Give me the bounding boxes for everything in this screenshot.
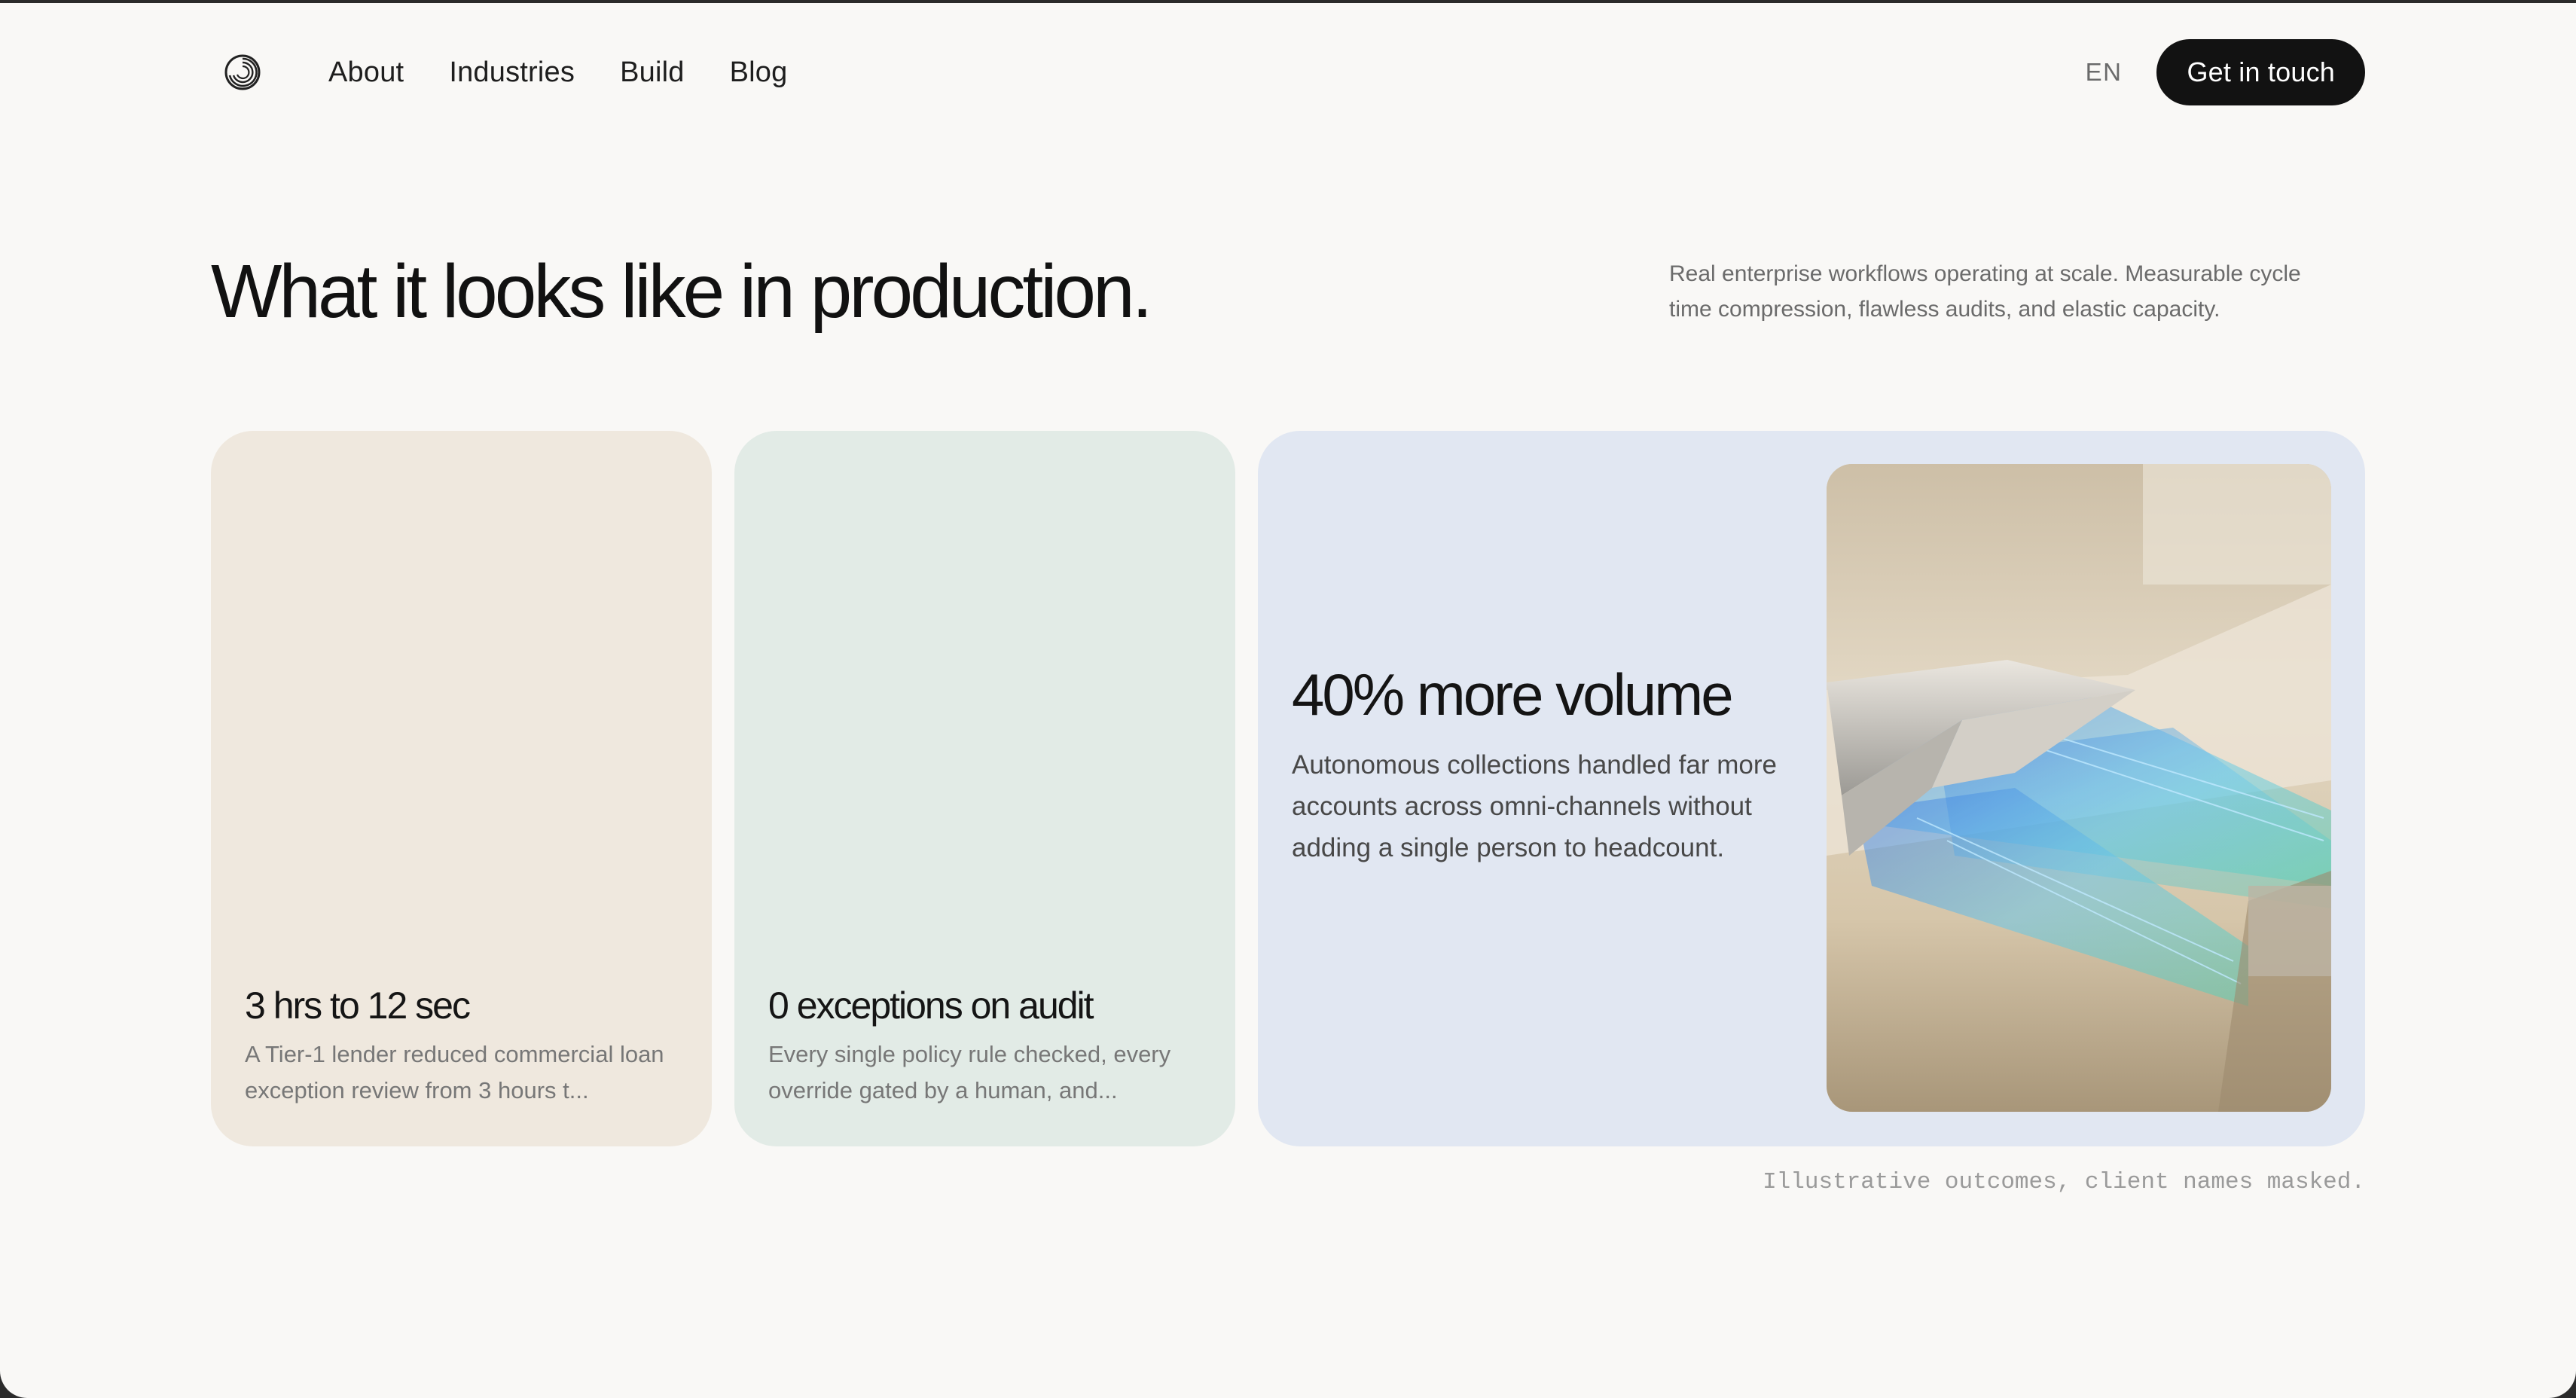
case-card-audit[interactable]: 0 exceptions on audit Every single polic… — [734, 431, 1235, 1146]
case-card-stat: 3 hrs to 12 sec — [245, 984, 471, 1027]
case-card-stat: 0 exceptions on audit — [768, 984, 1094, 1027]
hero-subcopy: Real enterprise workflows operating at s… — [1669, 261, 2301, 322]
get-in-touch-button[interactable]: Get in touch — [2156, 39, 2365, 105]
case-card-lender[interactable]: 3 hrs to 12 sec A Tier-1 lender reduced … — [211, 431, 712, 1146]
nav-links: About Industries Build Blog — [328, 56, 787, 89]
light-channels-render — [1827, 464, 2331, 1112]
case-card-featured-volume[interactable]: 40% more volume Autonomous collections h… — [1258, 431, 2365, 1146]
nav-link-industries[interactable]: Industries — [449, 56, 575, 89]
case-card-description: A Tier-1 lender reduced commercial loan … — [245, 1041, 664, 1103]
top-nav: About Industries Build Blog EN Get in to… — [211, 38, 2365, 107]
nav-link-blog[interactable]: Blog — [730, 56, 788, 89]
featured-description: Autonomous collections handled far more … — [1292, 750, 1777, 862]
case-card-description: Every single policy rule checked, every … — [768, 1041, 1171, 1103]
page: About Industries Build Blog EN Get in to… — [0, 3, 2576, 1398]
nav-link-build[interactable]: Build — [620, 56, 685, 89]
featured-stat: 40% more volume — [1292, 661, 1734, 728]
swirl-logo-icon[interactable] — [223, 53, 262, 92]
nav-link-about[interactable]: About — [328, 56, 404, 89]
page-title: What it looks like in production. — [211, 249, 1152, 334]
footnote-disclaimer: Illustrative outcomes, client names mask… — [1763, 1169, 2365, 1195]
nav-right: EN Get in touch — [2086, 39, 2365, 105]
language-switcher[interactable]: EN — [2086, 58, 2123, 87]
